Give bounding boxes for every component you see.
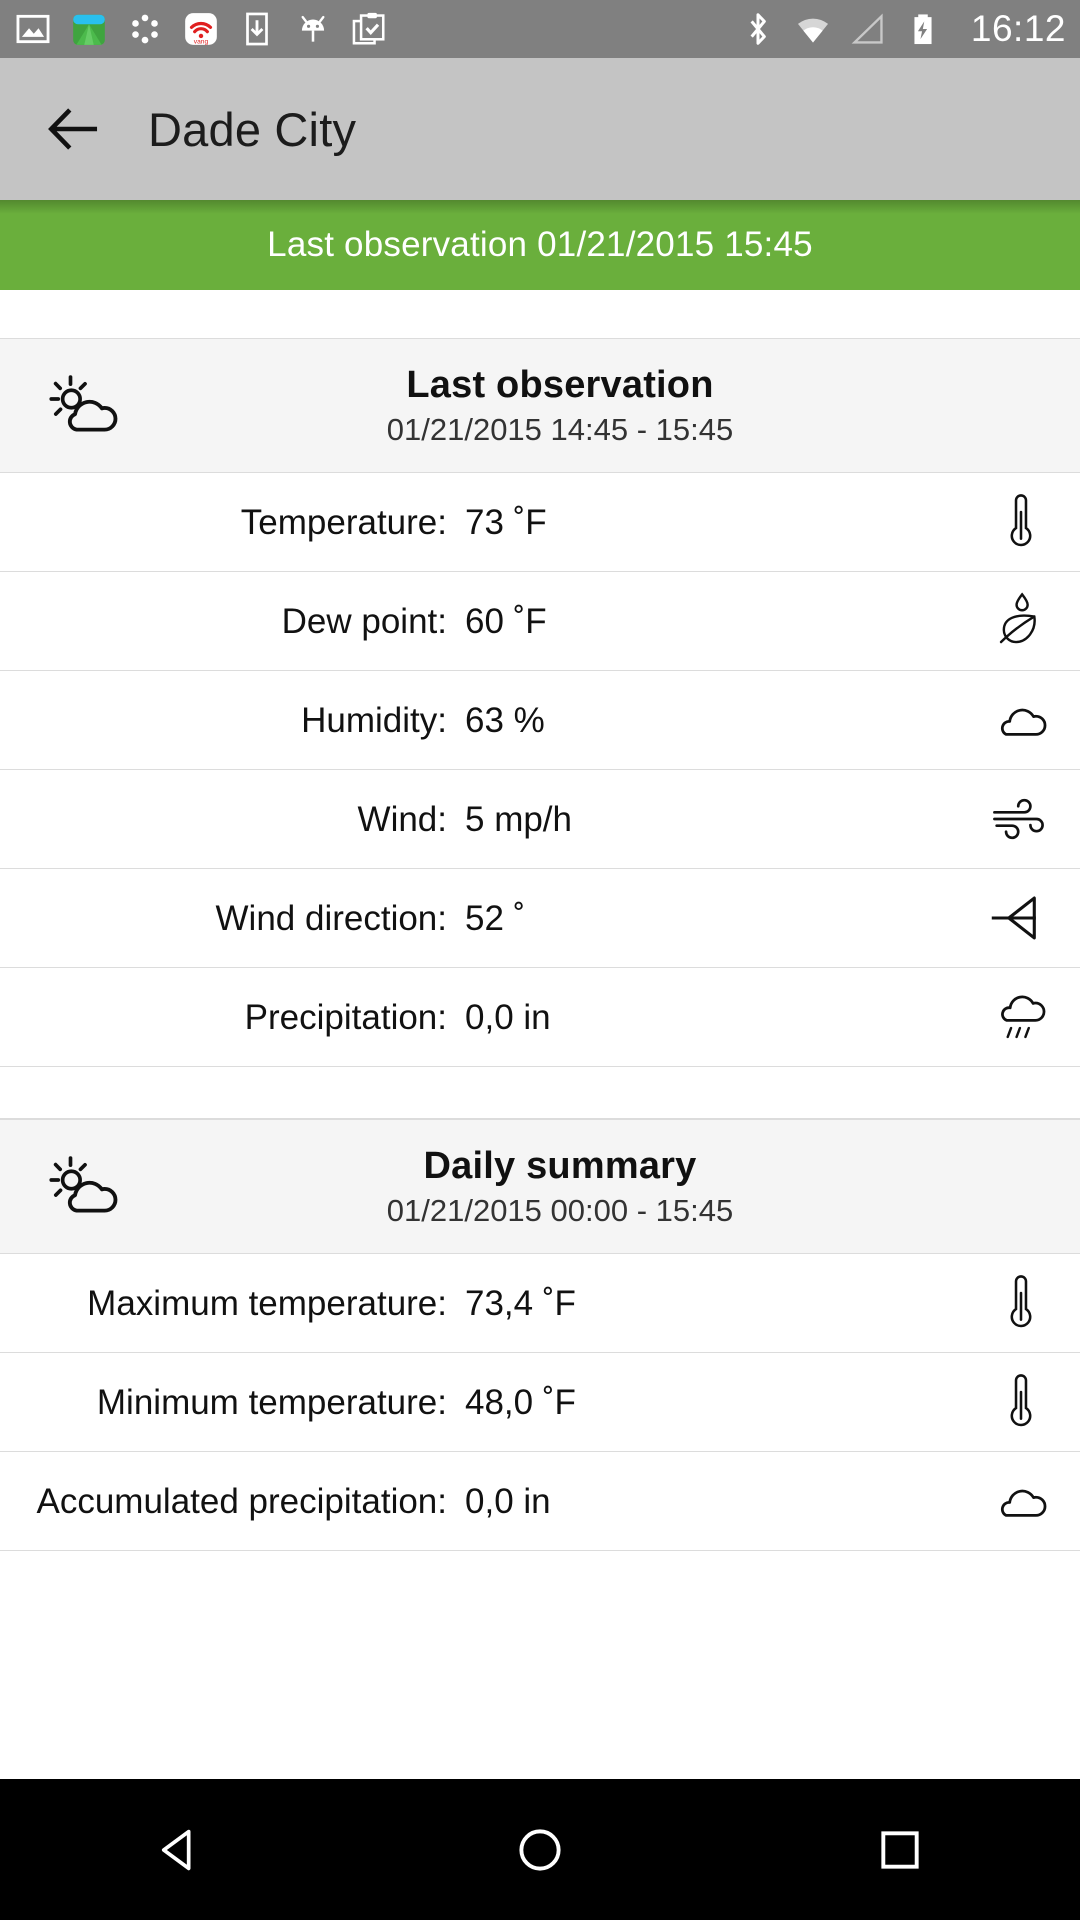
section-title-block: Daily summary 01/21/2015 00:00 - 15:45 [0,1145,1080,1228]
nav-home-circle-icon [519,1828,561,1871]
vang-fm-icon: vang [185,13,217,45]
nav-back-triangle-icon [161,1829,191,1870]
app-bar: Dade City [0,58,1080,200]
section-title: Last observation [406,364,714,407]
row-label: Wind direction: [215,898,447,938]
rain-cloud-icon [1001,995,1046,1039]
row-label: Precipitation: [244,997,447,1037]
section-header-daily-summary: Daily summary 01/21/2015 00:00 - 15:45 [0,1119,1080,1254]
cell-signal-icon [851,13,883,44]
row-value: 63 % [465,700,545,740]
section-header-last-observation: Last observation 01/21/2015 14:45 - 15:4… [0,338,1080,473]
row-label: Wind: [357,799,447,839]
row-value: 48,0 ˚F [465,1382,576,1422]
leaf-drop-icon [999,592,1036,644]
row-value: 52 ˚ [465,898,526,938]
gallery-icon [16,14,50,44]
android-navigation-bar [0,1779,1080,1920]
row-label: Maximum temperature: [87,1283,447,1323]
section-title: Daily summary [423,1145,697,1188]
table-row[interactable]: Maximum temperature: 73,4 ˚F [0,1254,1080,1353]
svg-text:vang: vang [194,38,209,45]
weather-detail-list[interactable]: Last observation 01/21/2015 14:45 - 15:4… [0,290,1080,1779]
table-row[interactable]: Humidity: 63 % [0,671,1080,770]
table-row[interactable]: Wind: 5 mp/h [0,770,1080,869]
row-value: 5 mp/h [465,799,572,839]
wind-direction-icon [991,896,1036,940]
last-observation-banner: Last observation 01/21/2015 15:45 [0,200,1080,290]
table-row[interactable]: Minimum temperature: 48,0 ˚F [0,1353,1080,1452]
content-top-spacer [0,290,1080,338]
row-label: Accumulated precipitation: [36,1481,448,1521]
nav-home-button[interactable] [505,1815,575,1885]
row-value: 73 ˚F [465,502,547,542]
row-label: Minimum temperature: [96,1382,447,1422]
wifi-icon [797,18,828,43]
section-title-block: Last observation 01/21/2015 14:45 - 15:4… [0,364,1080,447]
table-row[interactable]: Temperature: 73 ˚F [0,473,1080,572]
row-value: 60 ˚F [465,601,547,641]
battery-charging-icon [914,14,932,45]
status-bar: vang 16:12 [0,0,1080,58]
download-icon [246,12,268,46]
sun-cloud-icon [49,374,118,432]
back-arrow-icon[interactable] [44,100,102,158]
nav-recents-button[interactable] [865,1815,935,1885]
row-value: 0,0 in [465,1481,551,1521]
cloud-icon [1000,708,1047,736]
android-icon [301,15,325,42]
row-label: Humidity: [301,700,447,740]
row-value: 0,0 in [465,997,551,1037]
table-row[interactable]: Wind direction: 52 ˚ [0,869,1080,968]
tasks-icon [352,12,385,45]
row-label: Temperature: [240,502,447,542]
thermometer-icon [1010,1275,1032,1328]
sun-cloud-icon [49,1155,118,1213]
status-bar-system-icons: 16:12 [739,10,1066,49]
table-row[interactable]: Accumulated precipitation: 0,0 in [0,1452,1080,1551]
wind-icon [993,798,1044,840]
table-row[interactable]: Precipitation: 0,0 in [0,968,1080,1067]
section-subtitle: 01/21/2015 14:45 - 15:45 [386,411,734,447]
page-title: Dade City [148,102,357,156]
cloud-icon [1000,1489,1047,1517]
status-bar-clock: 16:12 [970,7,1066,49]
bluetooth-icon [750,13,766,45]
nav-back-button[interactable] [145,1815,215,1885]
thermometer-icon [1010,494,1032,547]
nav-recents-square-icon [881,1830,919,1869]
row-label: Dew point: [281,601,447,641]
app-green-icon [73,14,105,45]
status-bar-notifications: vang [14,10,388,48]
thermometer-icon [1010,1374,1032,1427]
dots-loading-icon [132,14,158,44]
section-subtitle: 01/21/2015 00:00 - 15:45 [386,1192,734,1228]
banner-text: Last observation 01/21/2015 15:45 [267,225,813,264]
section-spacer [0,1067,1080,1119]
table-row[interactable]: Dew point: 60 ˚F [0,572,1080,671]
row-value: 73,4 ˚F [465,1283,576,1323]
